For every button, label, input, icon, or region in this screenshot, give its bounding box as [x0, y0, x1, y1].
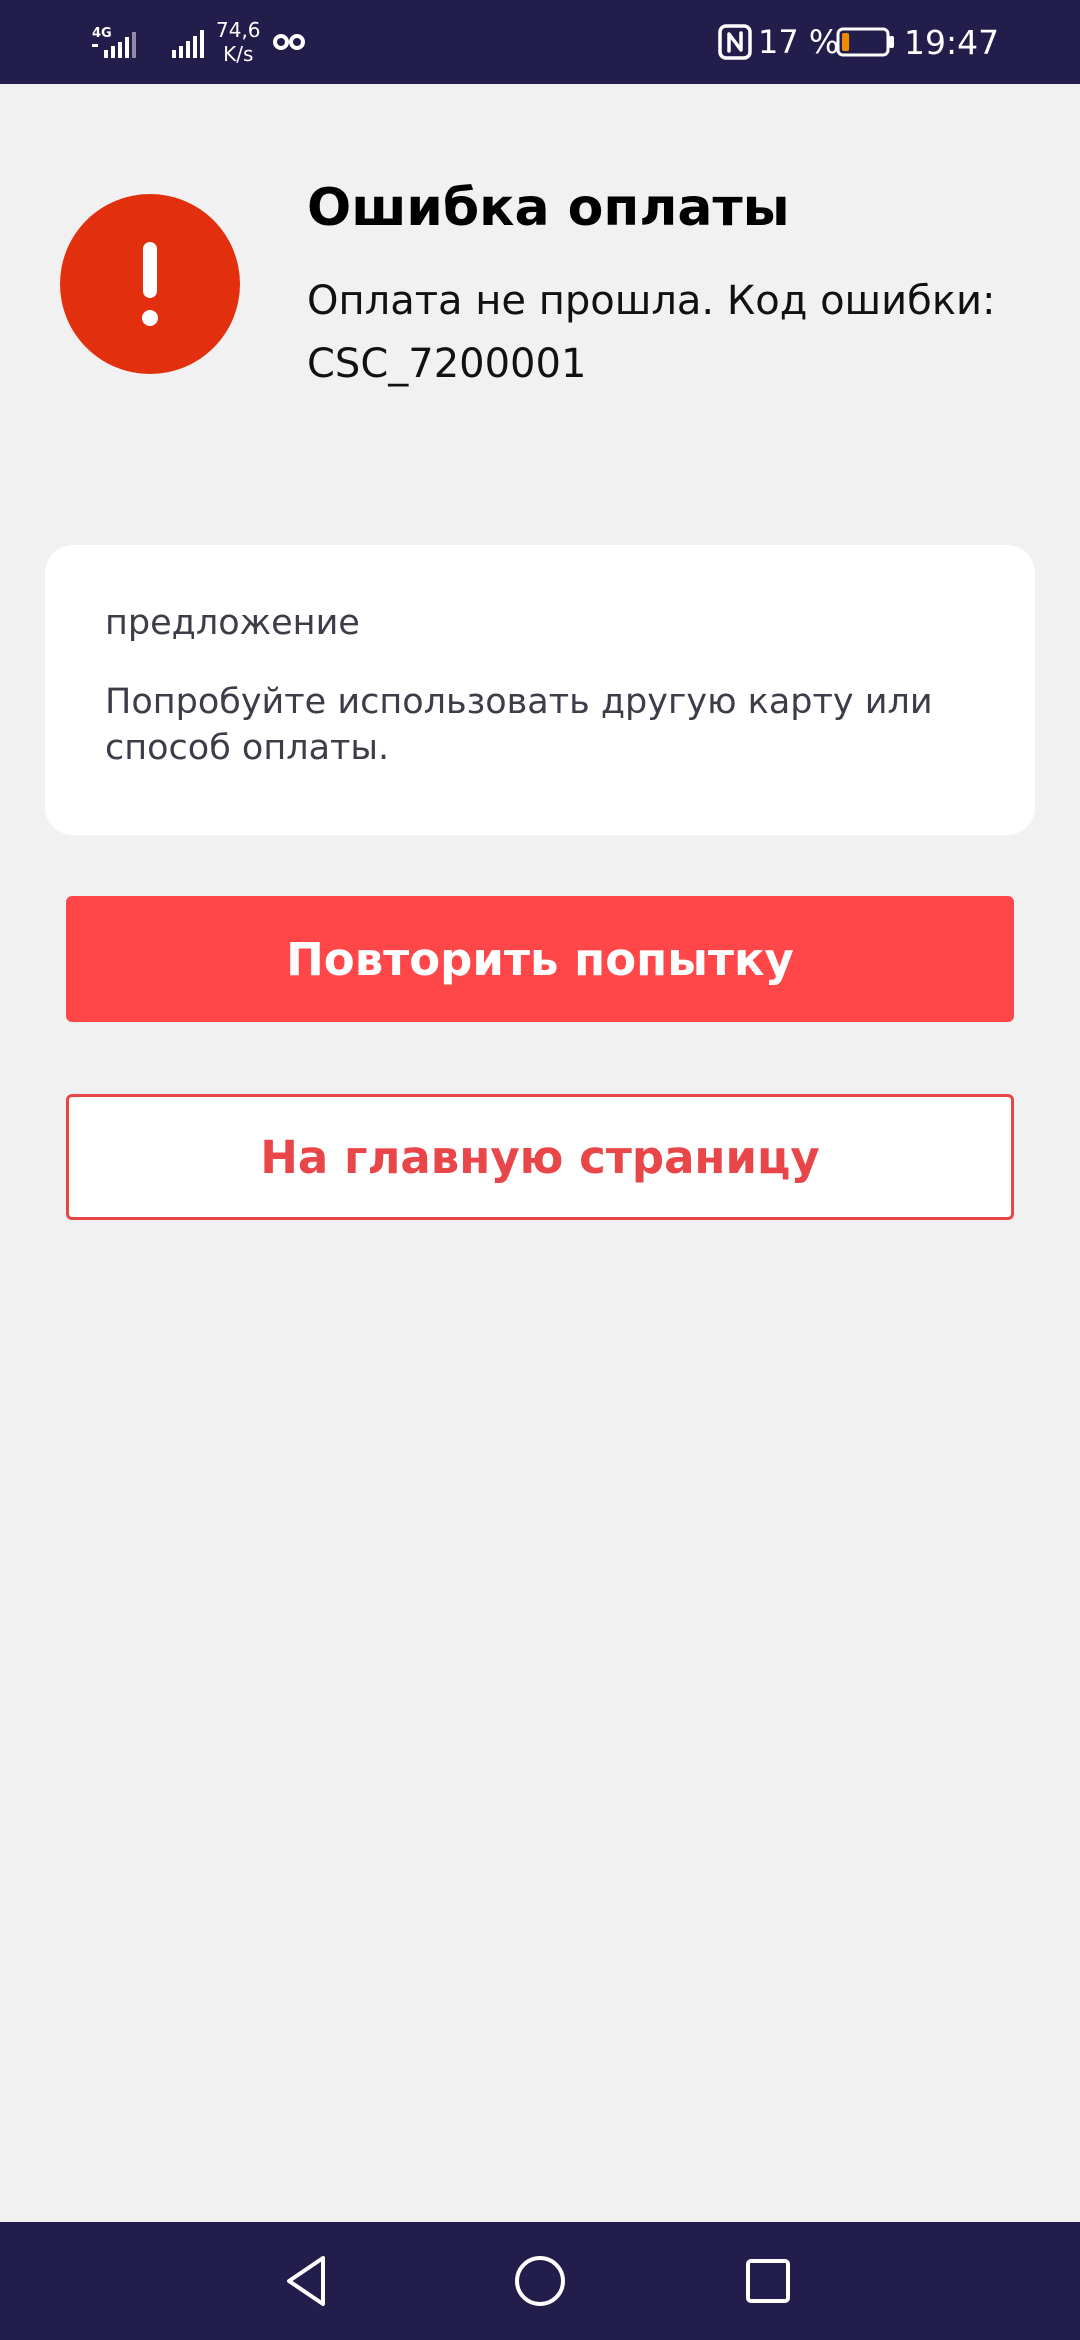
- network-speed-value: 74,6: [216, 18, 261, 42]
- nfc-icon: [718, 0, 752, 84]
- vpn-icon: [272, 0, 306, 84]
- network-speed-unit: K/s: [223, 42, 254, 66]
- back-icon[interactable]: [273, 2246, 343, 2316]
- home-page-button[interactable]: На главную страницу: [66, 1094, 1014, 1220]
- network-speed: 74,6 K/s: [216, 0, 261, 84]
- signal-icon: [168, 0, 208, 84]
- status-bar: 4G 74,6 K/s 17 % 19:47: [0, 0, 1080, 84]
- error-message: Оплата не прошла. Код ошибки: CSC_720000…: [307, 278, 996, 387]
- error-badge: [60, 194, 240, 374]
- suggestion-card: предложение Попробуйте использовать друг…: [45, 545, 1035, 835]
- retry-button[interactable]: Повторить попытку: [66, 896, 1014, 1022]
- svg-text:4G: 4G: [92, 26, 112, 41]
- page-title: Ошибка оплаты: [307, 178, 790, 238]
- signal-icon: 4G: [90, 0, 146, 84]
- recents-icon[interactable]: [733, 2246, 803, 2316]
- battery-icon: [836, 0, 896, 84]
- home-icon[interactable]: [505, 2246, 575, 2316]
- navigation-bar: [0, 2222, 1080, 2340]
- status-clock: 19:47: [904, 22, 1000, 62]
- suggestion-text: Попробуйте использовать другую карту или…: [105, 682, 933, 768]
- battery-percent: 17 %: [758, 23, 840, 61]
- suggestion-heading: предложение: [105, 603, 360, 643]
- exclamation-icon: [142, 242, 158, 326]
